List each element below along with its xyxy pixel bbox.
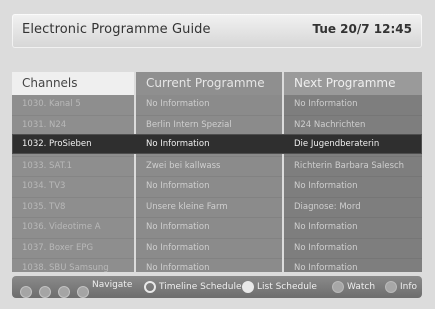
channels-rows: 1030. Kanal 5 1031. N24 1032. ProSieben … xyxy=(12,95,134,280)
selected-next-programme: Die Jugendberaterin xyxy=(294,139,380,149)
info-label: Info xyxy=(400,282,418,292)
next-programme-header: Next Programme xyxy=(284,72,422,95)
next-programme-cell[interactable]: Diagnose: Mord xyxy=(284,198,422,218)
navigate-dots xyxy=(20,281,91,300)
next-programme-cell[interactable]: Richterin Barbara Salesch xyxy=(284,157,422,177)
channels-header: Channels xyxy=(12,72,134,95)
top-bar: Electronic Programme Guide Tue 20/7 12:4… xyxy=(12,14,422,48)
watch-button-icon xyxy=(332,280,344,293)
navigate-label: Navigate xyxy=(92,280,133,290)
channel-row[interactable]: 1037. Boxer EPG xyxy=(12,239,134,259)
current-programme-column: Current Programme No Information Berlin … xyxy=(136,72,282,280)
date-time: Tue 20/7 12:45 xyxy=(312,22,412,36)
list-schedule-label: List Schedule xyxy=(257,282,317,292)
channel-row[interactable]: 1033. SAT.1 xyxy=(12,157,134,177)
next-programme-cell[interactable]: N24 Nachrichten xyxy=(284,116,422,136)
key-legend-bar: Navigate Timeline Schedule List Schedule… xyxy=(12,276,422,298)
current-programme-cell[interactable]: Zwei bei kallwass xyxy=(136,157,282,177)
navigate-button-icon[interactable] xyxy=(39,285,52,298)
watch-label: Watch xyxy=(347,282,376,292)
current-programme-cell[interactable]: Unsere kleine Farm xyxy=(136,198,282,218)
current-programme-header: Current Programme xyxy=(136,72,282,95)
navigate-button-icon[interactable] xyxy=(77,285,90,298)
page-title: Electronic Programme Guide xyxy=(22,22,211,37)
current-programme-cell[interactable]: No Information xyxy=(136,177,282,198)
current-programme-cell[interactable]: No Information xyxy=(136,239,282,259)
timeline-schedule-label: Timeline Schedule xyxy=(159,282,242,292)
next-programme-cell[interactable]: No Information xyxy=(284,218,422,239)
navigate-button-icon[interactable] xyxy=(20,285,32,298)
next-programme-cell[interactable]: No Information xyxy=(284,177,422,198)
channel-row[interactable]: 1035. TV8 xyxy=(12,198,134,218)
list-schedule-button[interactable]: List Schedule xyxy=(242,280,317,294)
info-button[interactable]: Info xyxy=(385,280,417,294)
current-programme-cell[interactable]: No Information xyxy=(136,95,282,116)
channel-row[interactable]: 1034. TV3 xyxy=(12,177,134,198)
next-programme-column: Next Programme No Information N24 Nachri… xyxy=(284,72,422,280)
current-programme-cell[interactable]: No Information xyxy=(136,218,282,239)
selected-channel: 1032. ProSieben xyxy=(22,139,92,149)
list-button-icon xyxy=(242,280,254,293)
channel-row[interactable]: 1036. Videotime A xyxy=(12,218,134,239)
info-button-icon xyxy=(385,280,397,293)
next-programme-cell[interactable]: No Information xyxy=(284,95,422,116)
channels-column: Channels 1030. Kanal 5 1031. N24 1032. P… xyxy=(12,72,134,280)
navigate-button-icon[interactable] xyxy=(58,285,71,298)
next-programme-rows: No Information N24 Nachrichten Die Jugen… xyxy=(284,95,422,280)
programme-grid: Channels 1030. Kanal 5 1031. N24 1032. P… xyxy=(12,72,422,280)
watch-button[interactable]: Watch xyxy=(332,280,375,294)
timeline-schedule-button[interactable]: Timeline Schedule xyxy=(144,280,242,294)
current-programme-cell[interactable]: Berlin Intern Spezial xyxy=(136,116,282,136)
channel-row[interactable]: 1031. N24 xyxy=(12,116,134,136)
next-programme-cell[interactable]: No Information xyxy=(284,239,422,259)
current-programme-rows: No Information Berlin Intern Spezial No … xyxy=(136,95,282,280)
channel-row[interactable]: 1030. Kanal 5 xyxy=(12,95,134,116)
tv-epg-screen: Electronic Programme Guide Tue 20/7 12:4… xyxy=(0,0,435,309)
selected-current-programme: No Information xyxy=(146,139,210,149)
selected-programme-row[interactable]: 1032. ProSieben No Information Die Jugen… xyxy=(12,134,422,154)
timeline-button-icon xyxy=(144,280,156,293)
